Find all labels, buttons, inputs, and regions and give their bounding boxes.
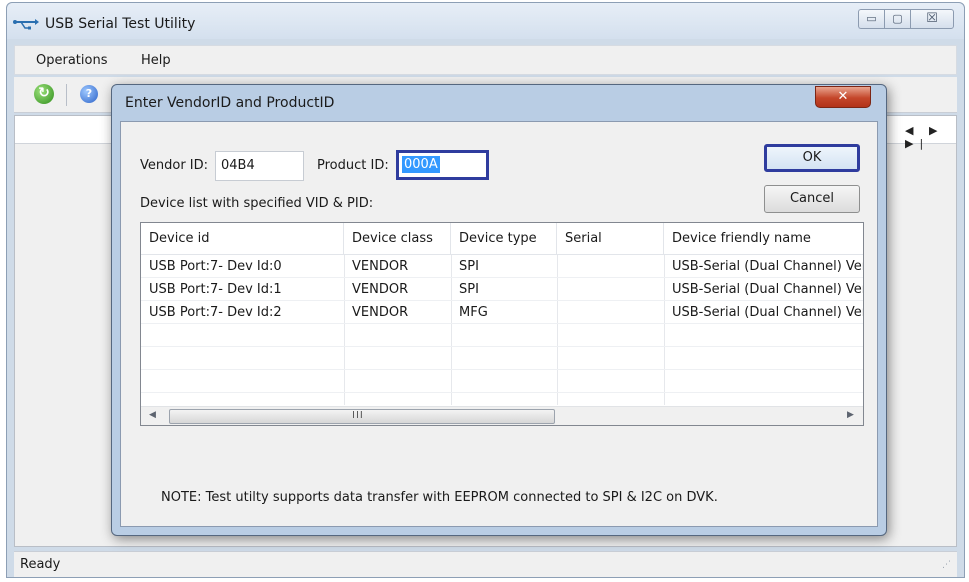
device-list-header: Device id Device class Device type Seria…	[141, 223, 863, 255]
column-serial[interactable]: Serial	[557, 223, 664, 255]
product-id-value: 000A	[402, 156, 440, 173]
usb-icon	[13, 19, 39, 30]
cell-device-type: SPI	[459, 259, 479, 274]
dialog-title: Enter VendorID and ProductID	[125, 95, 335, 111]
close-button[interactable]: ☒	[910, 9, 954, 29]
dialog-body: Vendor ID: 04B4 Product ID: 000A OK Canc…	[120, 121, 878, 527]
row-divider	[141, 392, 863, 393]
scroll-right-icon[interactable]: ▶	[847, 410, 854, 420]
column-device-class[interactable]: Device class	[344, 223, 451, 255]
resize-grip-icon[interactable]: ⋰	[942, 560, 951, 570]
toolbar-separator	[66, 84, 67, 106]
cell-device-class: VENDOR	[352, 282, 409, 297]
column-device-type[interactable]: Device type	[451, 223, 557, 255]
scroll-left-icon[interactable]: ◀	[149, 410, 156, 420]
cell-device-type: SPI	[459, 282, 479, 297]
cell-friendly-name: USB-Serial (Dual Channel) Ver	[672, 305, 864, 320]
note-text: NOTE: Test utilty supports data transfer…	[161, 490, 718, 505]
window-title: USB Serial Test Utility	[45, 16, 196, 32]
vendor-id-field[interactable]: 04B4	[215, 151, 304, 181]
menu-help[interactable]: Help	[141, 53, 171, 68]
maximize-button[interactable]: ▢	[884, 9, 910, 29]
window-controls: ▭ ▢ ☒	[858, 9, 954, 29]
column-friendly-name[interactable]: Device friendly name	[664, 223, 863, 255]
help-icon[interactable]: ?	[80, 85, 98, 103]
row-divider	[141, 323, 863, 324]
scrollbar-thumb[interactable]: III	[169, 409, 555, 424]
menu-operations[interactable]: Operations	[36, 53, 107, 68]
cell-device-class: VENDOR	[352, 305, 409, 320]
column-device-id[interactable]: Device id	[141, 223, 344, 255]
status-bar: Ready ⋰	[14, 551, 957, 577]
dialog-close-button[interactable]: ✕	[815, 86, 871, 108]
cancel-button[interactable]: Cancel	[764, 185, 860, 213]
table-row[interactable]: USB Port:7- Dev Id:0 VENDOR SPI USB-Seri…	[141, 255, 864, 277]
cell-device-type: MFG	[459, 305, 488, 320]
cell-device-id: USB Port:7- Dev Id:1	[149, 282, 282, 297]
horizontal-scrollbar[interactable]: ◀ III ▶	[141, 406, 863, 425]
device-list[interactable]: Device id Device class Device type Seria…	[140, 222, 864, 426]
vendor-id-label: Vendor ID:	[140, 158, 209, 173]
cell-device-class: VENDOR	[352, 259, 409, 274]
title-bar[interactable]: USB Serial Test Utility ▭ ▢ ☒	[7, 3, 964, 39]
scrollbar-grip: III	[352, 410, 364, 421]
cell-friendly-name: USB-Serial (Dual Channel) Ver	[672, 282, 864, 297]
vendor-product-dialog: Enter VendorID and ProductID ✕ Vendor ID…	[111, 84, 887, 536]
menu-bar: Operations Help	[14, 45, 957, 75]
tab-navigation-arrows[interactable]: ◀ ▶ ▶|	[905, 124, 956, 150]
minimize-button[interactable]: ▭	[858, 9, 884, 29]
cell-device-id: USB Port:7- Dev Id:2	[149, 305, 282, 320]
refresh-icon[interactable]: ↻	[34, 84, 54, 104]
row-divider	[141, 369, 863, 370]
cell-friendly-name: USB-Serial (Dual Channel) Ver	[672, 259, 864, 274]
product-id-field[interactable]: 000A	[396, 150, 489, 180]
status-text: Ready	[20, 557, 61, 572]
ok-button[interactable]: OK	[764, 144, 860, 172]
product-id-label: Product ID:	[317, 158, 389, 173]
cell-device-id: USB Port:7- Dev Id:0	[149, 259, 282, 274]
table-row[interactable]: USB Port:7- Dev Id:2 VENDOR MFG USB-Seri…	[141, 301, 864, 323]
table-row[interactable]: USB Port:7- Dev Id:1 VENDOR SPI USB-Seri…	[141, 278, 864, 300]
device-list-label: Device list with specified VID & PID:	[140, 196, 374, 211]
row-divider	[141, 346, 863, 347]
